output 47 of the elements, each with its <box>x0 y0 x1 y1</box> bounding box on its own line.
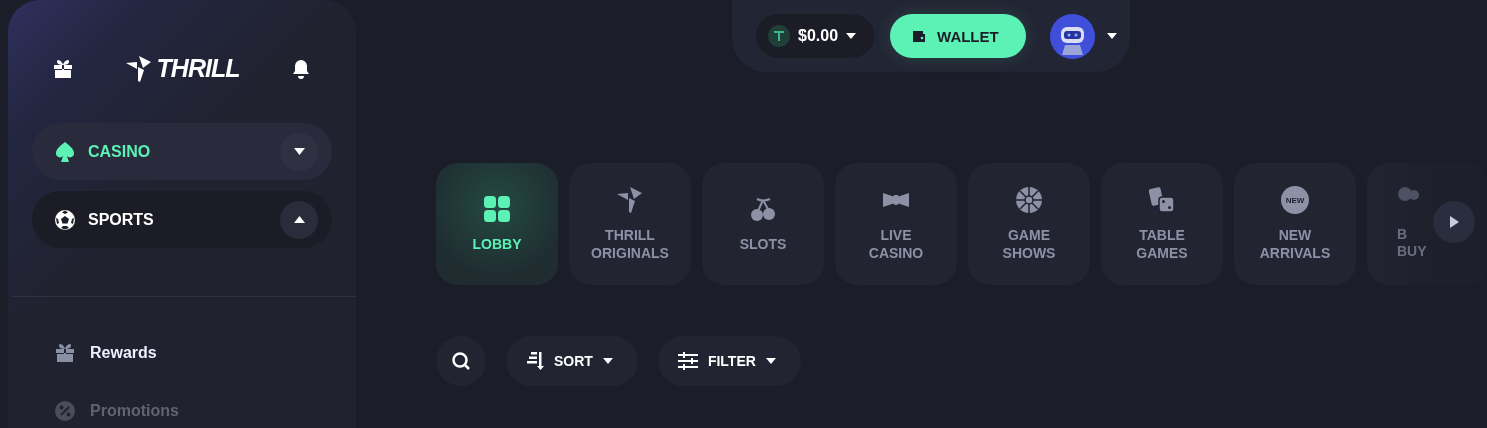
grid-icon <box>483 195 511 223</box>
sidebar-link[interactable]: Rewards <box>32 342 332 364</box>
new-badge-icon: NEW <box>1281 186 1309 214</box>
caret-icon <box>602 358 613 364</box>
wheel-icon <box>1015 186 1043 214</box>
thrill-logo[interactable]: THRILL <box>124 54 240 83</box>
robot-avatar-icon[interactable] <box>1049 13 1095 59</box>
search-button[interactable] <box>436 336 486 386</box>
caret-up-icon <box>293 216 305 223</box>
nav-item[interactable]: SPORTS <box>32 191 332 248</box>
thrill-mark-icon <box>124 54 153 83</box>
expand-toggle[interactable] <box>280 132 318 171</box>
wallet-button[interactable]: WALLET <box>890 14 1026 58</box>
coins-icon <box>1397 186 1419 202</box>
filter-button[interactable]: FILTER <box>657 336 801 386</box>
sort-button[interactable]: SORT <box>506 336 638 386</box>
balance-selector[interactable]: $0.00 <box>756 14 875 58</box>
football-icon <box>54 208 76 231</box>
search-icon <box>451 351 471 371</box>
category-tab[interactable]: TABLE GAMES <box>1101 163 1223 285</box>
nav-item[interactable]: CASINO <box>32 123 332 180</box>
scroll-right-button[interactable] <box>1433 201 1475 243</box>
gift-icon <box>52 57 74 80</box>
expand-toggle[interactable] <box>280 200 318 239</box>
category-tab[interactable]: GAME SHOWS <box>968 163 1090 285</box>
cards-dice-icon <box>1148 186 1176 214</box>
category-tab[interactable]: NEW NEW ARRIVALS <box>1234 163 1356 285</box>
caret-icon <box>765 358 776 364</box>
play-arrow-icon <box>1449 216 1459 228</box>
category-tab[interactable]: LOBBY <box>436 163 558 285</box>
sort-icon <box>526 351 544 371</box>
category-tab[interactable]: THRILL ORIGINALS <box>569 163 691 285</box>
tether-icon <box>768 25 790 47</box>
logo-text: THRILL <box>156 54 240 83</box>
bell-icon[interactable] <box>290 57 312 80</box>
caret-down-icon <box>293 148 305 155</box>
percent-icon <box>54 400 76 422</box>
caret-icon <box>846 33 857 39</box>
logo-icon <box>616 186 644 214</box>
spade-icon <box>54 140 76 163</box>
gift-icon <box>54 342 76 364</box>
sliders-icon <box>677 352 698 370</box>
category-tab[interactable]: SLOTS <box>702 163 824 285</box>
caret-icon <box>1106 33 1117 39</box>
wallet-icon <box>911 28 928 44</box>
cherry-icon <box>749 195 777 223</box>
category-tab[interactable]: LIVE CASINO <box>835 163 957 285</box>
